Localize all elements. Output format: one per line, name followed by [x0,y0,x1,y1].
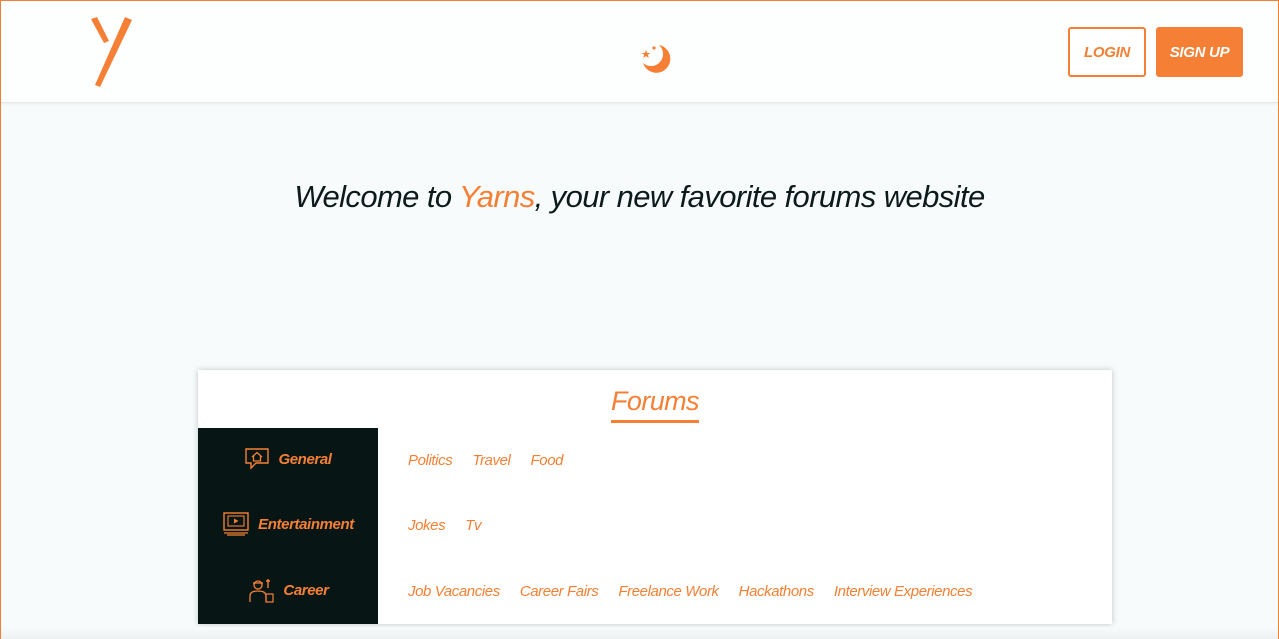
subforum-link[interactable]: Politics [408,452,453,469]
subforum-row-entertainment: Jokes Tv [408,513,481,537]
subforum-link[interactable]: Interview Experiences [834,583,973,600]
forums-title: Forums [611,384,700,423]
welcome-prefix: Welcome to [294,179,459,214]
category-general[interactable]: General [198,439,378,479]
subforum-link[interactable]: Hackathons [739,583,815,600]
category-general-label: General [278,450,332,468]
subforum-row-general: Politics Travel Food [408,448,563,472]
moon-stars-icon[interactable] [637,41,673,75]
login-button[interactable]: LOGIN [1068,27,1146,77]
worker-icon [249,579,275,603]
category-entertainment-label: Entertainment [258,515,354,533]
subforum-row-career: Job Vacancies Career Fairs Freelance Wor… [408,579,973,603]
category-entertainment[interactable]: Entertainment [198,504,378,544]
category-career[interactable]: Career [198,570,378,610]
subforum-link[interactable]: Career Fairs [520,583,599,600]
forums-card: Forums General Entertainment Career Poli… [198,370,1112,624]
site-header: LOGIN SIGN UP [1,1,1278,103]
signup-button[interactable]: SIGN UP [1156,27,1243,77]
subforum-link[interactable]: Food [530,452,563,469]
categories-panel: General Entertainment Career [198,428,378,624]
yarns-logo-icon[interactable] [87,15,135,89]
subforum-link[interactable]: Travel [472,452,511,469]
video-player-icon [223,512,249,536]
category-career-label: Career [283,581,329,599]
subforum-link[interactable]: Job Vacancies [408,583,500,600]
welcome-brand[interactable]: Yarns [459,179,535,214]
subforum-link[interactable]: Freelance Work [618,583,719,600]
welcome-heading: Welcome to Yarns, your new favorite foru… [1,179,1278,215]
welcome-suffix: , your new favorite forums website [534,179,986,214]
subforum-link[interactable]: Tv [465,517,481,534]
page-bottom-edge [1,627,1278,639]
chat-home-icon [245,448,270,470]
subforum-link[interactable]: Jokes [408,517,446,534]
forums-title-wrap: Forums [198,384,1112,423]
